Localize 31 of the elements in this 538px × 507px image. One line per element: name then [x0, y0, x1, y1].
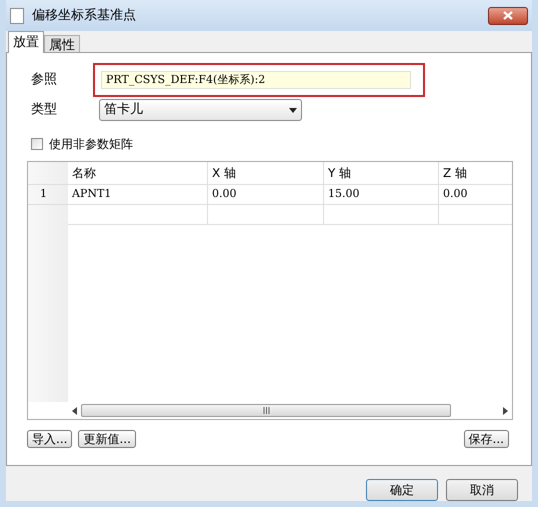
table-action-button[interactable]: 导入... — [27, 430, 72, 448]
checkbox-label: 使用非参数矩阵 — [49, 136, 133, 153]
column-header: 名称 — [68, 162, 208, 184]
scroll-left-icon — [72, 406, 77, 414]
dialog-button[interactable]: 取消 — [446, 479, 518, 501]
column-header: Z 轴 — [439, 162, 512, 184]
scroll-right-icon — [503, 406, 508, 414]
type-dropdown[interactable]: 笛卡儿 — [99, 99, 302, 121]
table-cell: 0.00 — [208, 185, 324, 204]
type-label: 类型 — [30, 101, 58, 120]
row-number: 1 — [28, 185, 68, 205]
close-icon — [503, 11, 513, 20]
column-header: X 轴 — [208, 162, 324, 184]
checkbox[interactable] — [31, 138, 43, 150]
reference-label: 参照 — [30, 71, 58, 90]
save-button[interactable]: 保存... — [464, 430, 509, 448]
tab[interactable]: 属性 — [44, 35, 80, 53]
table-cell: 0.00 — [439, 185, 512, 204]
reference-field[interactable]: PRT_CSYS_DEF:F4(坐标系):2 — [101, 71, 411, 89]
caret-icon — [289, 108, 297, 112]
table-action-button[interactable]: 更新值... — [78, 430, 136, 448]
column-header: Y 轴 — [324, 162, 439, 184]
tab[interactable]: 放置 — [8, 31, 44, 53]
scrollbar-thumb[interactable] — [81, 404, 451, 417]
window-icon — [10, 8, 24, 24]
table-cell: 15.00 — [324, 185, 439, 204]
grip-icon — [262, 407, 270, 414]
close-button[interactable] — [488, 6, 528, 24]
window-title: 偏移坐标系基准点 — [32, 6, 136, 25]
table-cell: APNT1 — [68, 185, 208, 204]
dialog-button[interactable]: 确定 — [366, 479, 438, 501]
